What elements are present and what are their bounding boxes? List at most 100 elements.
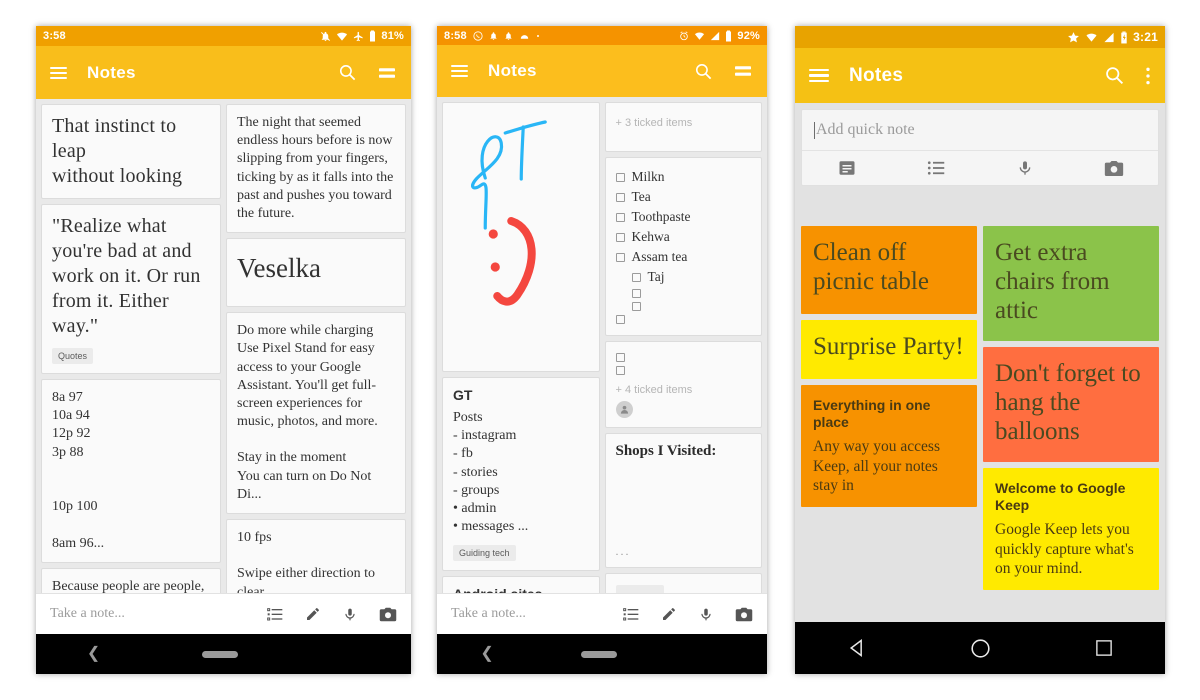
checkbox-icon[interactable]: [631, 302, 641, 311]
battery-percent: 81%: [381, 30, 404, 42]
note-card-link[interactable]: Android sites TechWiser is: [442, 576, 600, 593]
nav-home-circle-icon[interactable]: [970, 638, 991, 659]
checklist-item[interactable]: Taj: [616, 267, 753, 287]
checkbox-icon[interactable]: [615, 252, 625, 262]
checklist-item[interactable]: [616, 300, 753, 313]
checklist-item[interactable]: Kehwa: [615, 227, 753, 247]
note-card[interactable]: Clean off picnic table: [801, 226, 977, 314]
checkbox-icon[interactable]: [615, 232, 625, 242]
mic-icon[interactable]: [980, 151, 1069, 185]
wifi-icon: [1085, 32, 1098, 43]
brush-icon[interactable]: [661, 606, 677, 622]
phone-1-notes-area[interactable]: That instinct to leap without looking "R…: [36, 99, 411, 593]
checklist-item[interactable]: [615, 313, 753, 326]
more-vert-icon[interactable]: [1145, 66, 1151, 86]
checklist-icon[interactable]: [267, 606, 283, 622]
mic-icon[interactable]: [343, 606, 357, 623]
hamburger-icon[interactable]: [809, 66, 829, 86]
list-view-icon[interactable]: [377, 65, 397, 81]
note-card[interactable]: [604, 573, 762, 593]
checkbox-icon[interactable]: [615, 172, 625, 182]
note-card[interactable]: Welcome to Google Keep Google Keep lets …: [983, 468, 1159, 591]
checklist-item[interactable]: Tea: [615, 187, 753, 207]
checklist-icon[interactable]: [891, 151, 980, 185]
list-view-icon[interactable]: [733, 63, 753, 79]
note-card[interactable]: That instinct to leap without looking: [41, 104, 221, 199]
note-card-ticked[interactable]: + 3 ticked items: [604, 102, 762, 152]
home-pill-icon[interactable]: [580, 650, 617, 658]
note-title: Everything in one place: [813, 397, 931, 431]
checkbox-icon[interactable]: [631, 272, 641, 282]
search-icon[interactable]: [694, 62, 713, 81]
search-icon[interactable]: [338, 63, 357, 82]
ticked-items-label[interactable]: + 4 ticked items: [616, 384, 753, 396]
phone-2-app-bar: Notes: [437, 45, 767, 97]
take-a-note-input[interactable]: Take a note...: [451, 606, 526, 622]
note-card[interactable]: "Realize what you're bad at and work on …: [41, 204, 221, 374]
checklist-icon[interactable]: [623, 606, 639, 622]
checklist-item[interactable]: [615, 364, 753, 377]
camera-icon[interactable]: [735, 607, 753, 622]
checklist-item[interactable]: [615, 351, 753, 364]
camera-icon[interactable]: [1069, 151, 1158, 185]
note-card[interactable]: Get extra chairs from attic: [983, 226, 1159, 341]
back-chevron-icon[interactable]: ❮: [87, 646, 100, 662]
note-card[interactable]: The night that seemed endless hours befo…: [226, 104, 406, 234]
note-icon[interactable]: [802, 151, 891, 185]
mic-icon[interactable]: [699, 606, 713, 623]
wifi-icon: [694, 31, 705, 41]
note-card-checklist[interactable]: Milkn Tea Toothpaste Kehwa Assam tea Taj: [604, 157, 762, 336]
quick-note-placeholder: Add quick note: [816, 121, 915, 138]
note-label-chip[interactable]: Quotes: [52, 348, 94, 364]
take-a-note-input[interactable]: Take a note...: [50, 606, 125, 622]
checklist-item[interactable]: Toothpaste: [615, 207, 753, 227]
checkbox-icon[interactable]: [615, 192, 625, 202]
phone-2-notes-area[interactable]: GT Posts - instagram - fb - stories - gr…: [437, 97, 767, 593]
camera-icon[interactable]: [379, 607, 397, 622]
note-text: 10 fps Swipe either direction to clear C…: [237, 530, 376, 593]
note-card[interactable]: Everything in one place Any way you acce…: [801, 385, 977, 508]
home-pill-icon[interactable]: [202, 650, 239, 658]
hamburger-icon[interactable]: [50, 64, 67, 82]
note-card[interactable]: Because people are people, and the world…: [41, 567, 221, 593]
back-chevron-icon[interactable]: ❮: [480, 646, 493, 662]
brush-icon[interactable]: [305, 606, 321, 622]
nav-back-triangle-icon[interactable]: [847, 638, 867, 658]
phone-2-take-a-note-bar[interactable]: Take a note...: [437, 593, 767, 634]
checkbox-icon[interactable]: [615, 212, 625, 222]
phone-3: 3:21 Notes Add quick note Clean off picn…: [795, 26, 1165, 674]
note-card[interactable]: Veselka: [226, 238, 406, 308]
search-icon[interactable]: [1104, 65, 1125, 86]
battery-percent: 92%: [737, 29, 760, 42]
checkbox-icon[interactable]: [615, 366, 625, 375]
note-text: Google Keep lets you quickly capture wha…: [995, 521, 1134, 577]
note-card[interactable]: 8a 97 10a 94 12p 92 3p 88 10p 100 8am 96…: [41, 379, 221, 563]
note-text: Any way you access Keep, all your notes …: [813, 438, 940, 494]
hamburger-icon[interactable]: [451, 62, 468, 80]
phone-3-column-right: Get extra chairs from attic Don't forget…: [983, 226, 1159, 591]
checkbox-icon[interactable]: [615, 353, 625, 362]
note-label-chip[interactable]: Guiding tech: [453, 545, 516, 562]
note-card[interactable]: GT Posts - instagram - fb - stories - gr…: [442, 377, 600, 572]
note-card[interactable]: Shops I Visited: ...: [604, 433, 762, 568]
checklist-item[interactable]: Assam tea: [615, 247, 753, 267]
checkbox-icon[interactable]: [631, 289, 641, 298]
phone-3-notes-area[interactable]: Clean off picnic table Surprise Party! E…: [795, 226, 1165, 622]
note-card-checklist[interactable]: + 4 ticked items: [604, 341, 762, 428]
note-card-drawing[interactable]: [442, 102, 600, 372]
phone-2-status-bar: 8:58 92%: [437, 26, 767, 45]
ticked-items-label[interactable]: + 3 ticked items: [616, 117, 752, 129]
quick-note-card[interactable]: Add quick note: [801, 109, 1159, 186]
note-card[interactable]: Surprise Party!: [801, 320, 977, 379]
quick-note-input[interactable]: Add quick note: [802, 110, 1158, 150]
note-card[interactable]: Do more while charging Use Pixel Stand f…: [226, 312, 406, 515]
note-more-dots: ...: [615, 544, 631, 558]
note-text: Don't forget to hang the balloons: [995, 360, 1141, 445]
checkbox-icon[interactable]: [615, 315, 625, 324]
note-card[interactable]: Don't forget to hang the balloons: [983, 347, 1159, 462]
note-card[interactable]: 10 fps Swipe either direction to clear C…: [226, 519, 406, 593]
phone-1-take-a-note-bar[interactable]: Take a note...: [36, 593, 411, 634]
checklist-item[interactable]: Milkn: [615, 167, 753, 187]
nav-recents-square-icon[interactable]: [1095, 639, 1113, 657]
checklist-item[interactable]: [616, 287, 753, 300]
